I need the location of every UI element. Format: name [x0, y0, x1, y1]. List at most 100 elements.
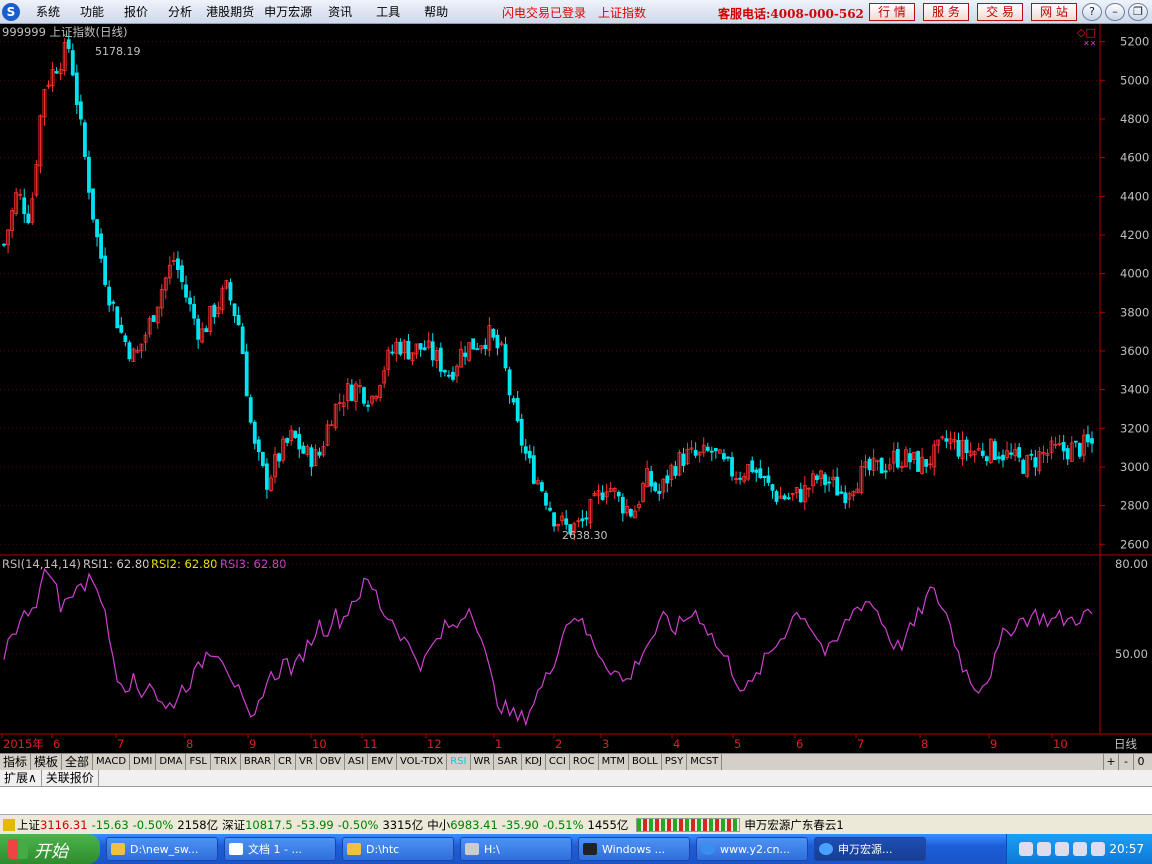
candle-body	[758, 468, 763, 479]
candle-body	[196, 318, 201, 340]
restore-icon[interactable]: ❐	[1128, 3, 1148, 21]
time-tick-label: 8	[921, 737, 928, 751]
kline-chart[interactable]: 999999 上证指数(日线) ◇□ ✕✕ 520050004800460044…	[0, 24, 1152, 753]
time-tick-label: 9	[990, 737, 997, 751]
menu-tools[interactable]: 工具	[362, 3, 414, 20]
volume-icon[interactable]	[1091, 842, 1106, 856]
start-button[interactable]: 开始	[0, 834, 100, 864]
indicator-tab-trix[interactable]: TRIX	[211, 754, 241, 770]
candle-body	[879, 457, 884, 474]
tray-icon-3[interactable]	[1055, 842, 1070, 856]
indicator-tab-cci[interactable]: CCI	[546, 754, 570, 770]
indicator-tab-roc[interactable]: ROC	[570, 754, 599, 770]
indicator-tab-全部[interactable]: 全部	[62, 754, 94, 770]
candle-body	[398, 341, 403, 355]
status-icon[interactable]	[3, 818, 15, 831]
indicator-tab-mtm[interactable]: MTM	[599, 754, 630, 770]
candle-body	[726, 456, 730, 459]
task-document[interactable]: 文档 1 - ...	[224, 837, 336, 861]
indicator-tab-sar[interactable]: SAR	[494, 754, 522, 770]
swhy-app-icon	[819, 843, 833, 855]
related-quotes-button[interactable]: 关联报价	[42, 770, 99, 786]
candle-body	[204, 328, 209, 333]
menu-swhy[interactable]: 申万宏源	[258, 3, 318, 20]
candle-body	[309, 447, 314, 468]
candle-body	[681, 453, 686, 466]
candle-body	[1090, 438, 1094, 444]
tray-icon-1[interactable]	[1019, 842, 1034, 856]
candle-body	[252, 421, 257, 444]
folder-icon	[347, 843, 361, 855]
candle-body	[544, 492, 548, 506]
chart-corner-icons[interactable]: ◇□	[1077, 26, 1096, 39]
candle-body	[95, 219, 99, 238]
candle-body	[54, 71, 59, 74]
tab-control-2[interactable]: 0	[1133, 754, 1148, 770]
price-tick-label: 5200	[1120, 35, 1149, 49]
candle-body	[228, 282, 233, 301]
minimize-icon[interactable]: –	[1105, 3, 1125, 21]
tab-control-1[interactable]: -	[1118, 754, 1133, 770]
indicator-tab-emv[interactable]: EMV	[368, 754, 397, 770]
indicator-tab-vr[interactable]: VR	[296, 754, 317, 770]
task-windows[interactable]: Windows ...	[578, 837, 690, 861]
indicator-tab-asi[interactable]: ASI	[345, 754, 369, 770]
indicator-tab-rsi[interactable]: RSI	[447, 754, 471, 770]
tray-icon-4[interactable]	[1073, 842, 1088, 856]
menu-quote[interactable]: 报价	[114, 3, 158, 20]
indicator-tab-dma[interactable]: DMA	[156, 754, 187, 770]
indicator-tab-brar[interactable]: BRAR	[241, 754, 276, 770]
drive-icon	[465, 843, 479, 855]
candle-body	[956, 439, 961, 457]
menu-hk-futures[interactable]: 港股期货	[202, 3, 258, 20]
menu-help[interactable]: 帮助	[414, 3, 458, 20]
menu-function[interactable]: 功能	[70, 3, 114, 20]
tab-control-0[interactable]: +	[1103, 754, 1118, 770]
status-bar: 上证 3116.31 -15.63 -0.50% 2158亿 深证 10817.…	[0, 814, 1152, 834]
indicator-tab-fsl[interactable]: FSL	[186, 754, 211, 770]
website-button[interactable]: 网 站	[1031, 3, 1077, 21]
clock[interactable]: 20:57	[1109, 842, 1144, 856]
time-tick-label: 7	[857, 737, 864, 751]
indicator-tab-wr[interactable]: WR	[471, 754, 495, 770]
indicator-tab-kdj[interactable]: KDJ	[522, 754, 546, 770]
indicator-tab-dmi[interactable]: DMI	[130, 754, 157, 770]
indicator-tab-obv[interactable]: OBV	[317, 754, 346, 770]
indicator-tab-macd[interactable]: MACD	[93, 754, 131, 770]
candle-body	[649, 471, 654, 487]
indicator-tab-cr[interactable]: CR	[275, 754, 296, 770]
menu-analysis[interactable]: 分析	[158, 3, 202, 20]
task-folder-htc[interactable]: D:\htc	[342, 837, 454, 861]
expand-button[interactable]: 扩展∧	[0, 770, 42, 786]
candle-body	[66, 39, 71, 49]
rsi-tick-label: 80.00	[1115, 557, 1148, 571]
indicator-tab-psy[interactable]: PSY	[662, 754, 688, 770]
price-tick-label: 2800	[1120, 499, 1149, 513]
candle-body	[515, 397, 520, 422]
task-browser[interactable]: www.y2.cn...	[696, 837, 808, 861]
candle-body	[895, 448, 900, 468]
tray-icon-2[interactable]	[1037, 842, 1052, 856]
indicator-tab-指标[interactable]: 指标	[0, 754, 32, 770]
app-logo-icon[interactable]: S	[2, 2, 20, 21]
indicator-tab-mcst[interactable]: MCST	[687, 754, 723, 770]
service-button[interactable]: 服 务	[923, 3, 969, 21]
market-button[interactable]: 行 情	[869, 3, 915, 21]
candle-body	[471, 338, 476, 350]
menu-info[interactable]: 资讯	[318, 3, 362, 20]
trade-button[interactable]: 交 易	[977, 3, 1023, 21]
task-swhy-app[interactable]: 申万宏源...	[814, 837, 926, 861]
menu-system[interactable]: 系统	[26, 3, 70, 20]
indicator-tab-模板[interactable]: 模板	[31, 754, 63, 770]
task-folder-new-sw[interactable]: D:\new_sw...	[106, 837, 218, 861]
indicator-tab-vol-tdx[interactable]: VOL-TDX	[397, 754, 448, 770]
rsi-tick-label: 50.00	[1115, 647, 1148, 661]
help-icon[interactable]: ?	[1082, 3, 1102, 21]
price-tick-label: 4400	[1120, 189, 1149, 203]
candle-body	[127, 342, 132, 360]
indicator-tab-boll[interactable]: BOLL	[629, 754, 662, 770]
task-drive-h[interactable]: H:\	[460, 837, 572, 861]
zx-value: 6983.41	[450, 817, 498, 832]
candle-body	[2, 243, 6, 246]
period-label[interactable]: 日线	[1114, 737, 1137, 751]
